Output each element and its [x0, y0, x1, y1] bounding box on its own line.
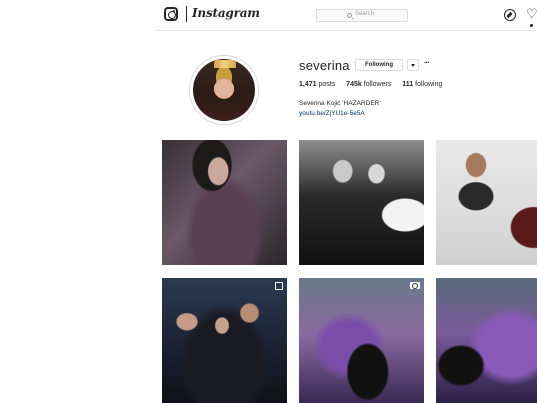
post-thumbnail[interactable]	[299, 278, 424, 403]
multi-photo-icon	[275, 282, 283, 290]
profile-avatar[interactable]	[193, 59, 255, 121]
stat-followers[interactable]: 745k followers	[346, 81, 391, 88]
avatar-crown-detail	[214, 60, 236, 68]
search-placeholder: Search	[355, 11, 375, 17]
bio-link[interactable]: youtu.be/ZjYU1e-5e5A	[299, 110, 365, 117]
profile-username: severina	[299, 58, 350, 73]
logo-divider	[186, 6, 187, 22]
notification-dot	[530, 24, 533, 27]
top-navigation-bar: Instagram Search ♡	[156, 0, 537, 31]
stat-following[interactable]: 111 following	[402, 81, 442, 88]
post-thumbnail[interactable]	[162, 140, 287, 265]
following-button[interactable]: Following	[355, 59, 403, 71]
video-icon	[410, 282, 420, 289]
post-thumbnail[interactable]	[436, 140, 537, 265]
explore-compass-icon[interactable]	[504, 9, 516, 21]
more-options-icon[interactable]: ···	[424, 58, 430, 67]
search-icon	[347, 13, 352, 18]
post-thumbnail[interactable]	[299, 140, 424, 265]
suggestions-dropdown-button[interactable]	[407, 59, 419, 71]
search-input[interactable]: Search	[316, 9, 408, 22]
bio-name: Severina Kojić 'HAZARDER'	[299, 100, 381, 107]
instagram-wordmark[interactable]: Instagram	[192, 6, 260, 20]
activity-heart-icon[interactable]: ♡	[526, 7, 537, 20]
stat-posts: 1,471 posts	[299, 81, 336, 88]
post-thumbnail[interactable]	[162, 278, 287, 403]
blank-margin	[0, 0, 156, 403]
profile-stats: 1,471 posts 745k followers 111 following	[299, 81, 451, 88]
post-thumbnail[interactable]	[436, 278, 537, 403]
instagram-camera-icon[interactable]	[164, 7, 178, 21]
